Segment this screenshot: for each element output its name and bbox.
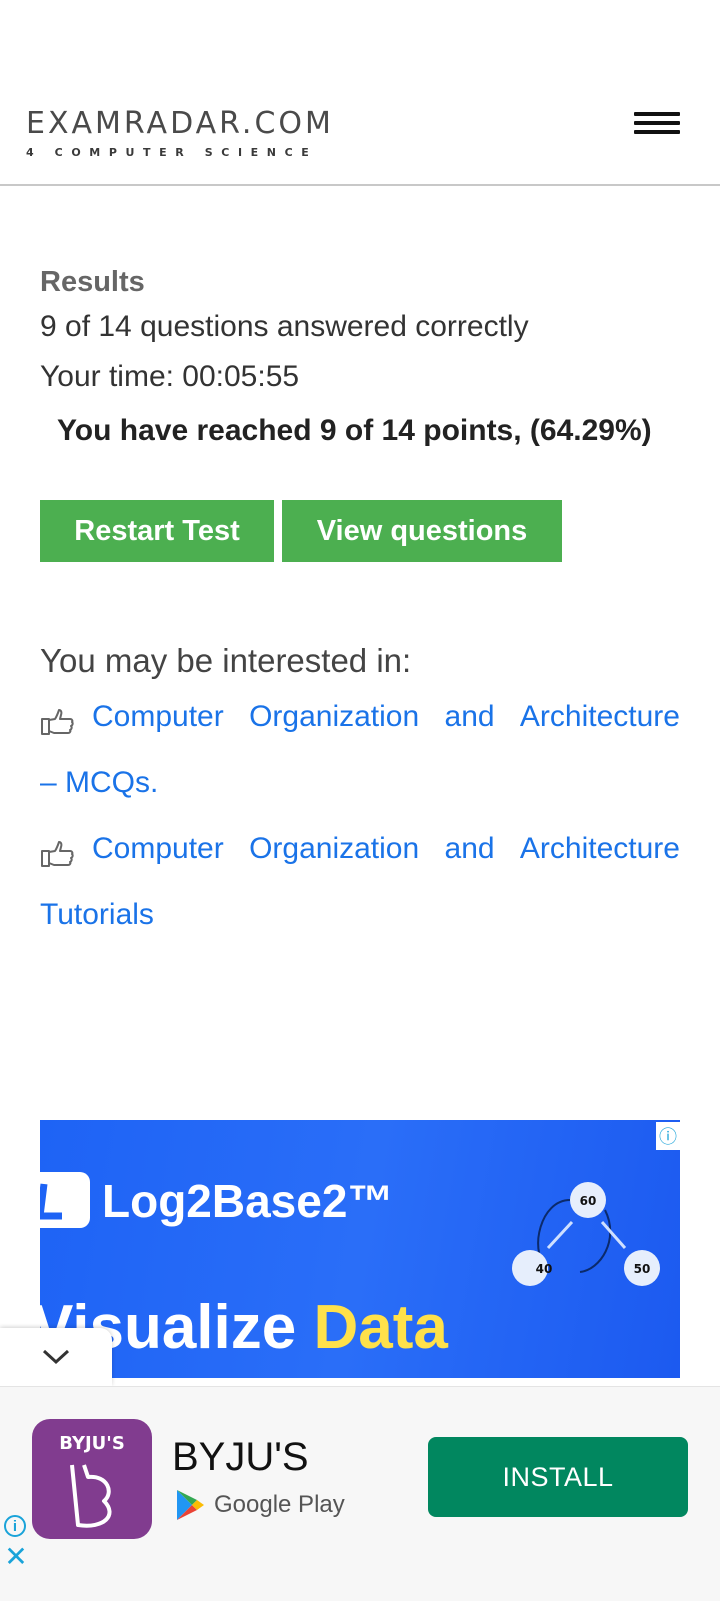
app-icon: BYJU'S: [32, 1419, 152, 1539]
ad-info-icon[interactable]: i: [4, 1515, 26, 1537]
site-logo[interactable]: EXAMRADAR.COM: [26, 106, 334, 142]
related-link-text-cont[interactable]: – MCQs.: [40, 766, 158, 800]
answered-summary: 9 of 14 questions answered correctly: [40, 310, 529, 343]
chevron-down-icon: [42, 1349, 70, 1365]
app-icon-label: BYJU'S: [59, 1433, 125, 1454]
time-taken: Your time: 00:05:55: [40, 360, 300, 393]
thumbs-up-outline-icon: [41, 709, 74, 735]
app-name: BYJU'S: [172, 1435, 309, 1479]
close-ad-icon[interactable]: ✕: [4, 1543, 28, 1571]
site-header: EXAMRADAR.COM 4 COMPUTER SCIENCE: [0, 0, 720, 186]
graph-node-label: 50: [634, 1262, 651, 1276]
store-badge: Google Play: [174, 1487, 345, 1523]
graph-illustration: 60 40 50: [512, 1182, 660, 1286]
related-link-text[interactable]: Computer Organization and Architecture: [92, 700, 680, 734]
hamburger-menu-icon[interactable]: [634, 112, 680, 138]
related-link-text[interactable]: Computer Organization and Architecture: [92, 832, 680, 866]
info-icon[interactable]: ⓘ: [656, 1122, 680, 1150]
byjus-b-logo-icon: [70, 1464, 112, 1528]
site-logo-tagline: 4 COMPUTER SCIENCE: [26, 146, 318, 159]
ad-banner[interactable]: ⓘ Log2Base2™ 60 40 50 Visualize Data: [40, 1120, 680, 1378]
ad-brand-name: Log2Base2™: [102, 1175, 394, 1227]
collapse-ad-button[interactable]: [0, 1328, 112, 1386]
ad-logo-icon: [40, 1172, 90, 1228]
results-title: Results: [40, 266, 145, 298]
restart-test-button[interactable]: Restart Test: [40, 500, 274, 562]
view-questions-button[interactable]: View questions: [282, 500, 562, 562]
graph-node-label: 60: [580, 1194, 597, 1208]
thumbs-up-outline-icon: [41, 841, 74, 867]
related-link-text-cont[interactable]: Tutorials: [40, 898, 154, 932]
google-play-icon: [177, 1490, 204, 1520]
store-name: Google Play: [214, 1491, 345, 1518]
related-heading: You may be interested in:: [40, 642, 412, 679]
install-button[interactable]: INSTALL: [428, 1437, 688, 1517]
app-install-ad[interactable]: BYJU'S BYJU'S Google Play INSTALL i ✕: [0, 1386, 720, 1601]
points-summary: You have reached 9 of 14 points, (64.29%…: [57, 414, 652, 447]
graph-node-label: 40: [536, 1262, 553, 1276]
